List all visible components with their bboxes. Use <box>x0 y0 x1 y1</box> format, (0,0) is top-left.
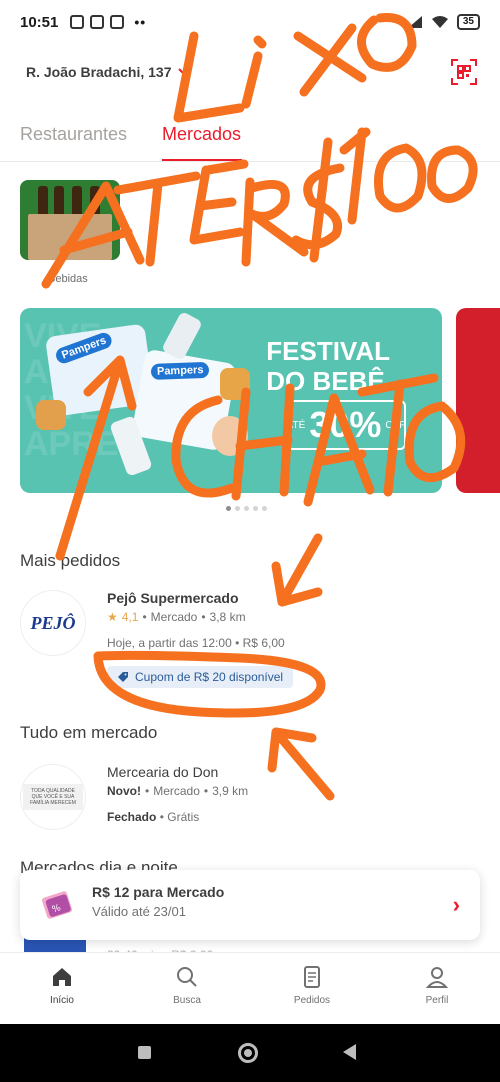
home-button[interactable] <box>238 1043 258 1063</box>
banner-title-line1: FESTIVAL <box>266 336 390 366</box>
store-hours: Hoje, a partir das 12:00 <box>107 636 232 650</box>
coupon-badge: Cupom de R$ 20 disponível <box>107 666 294 688</box>
category-label: Bebidas <box>48 273 88 285</box>
tab-restaurantes[interactable]: Restaurantes <box>20 124 127 145</box>
carousel-dot <box>226 506 231 511</box>
notification-icon <box>70 15 85 29</box>
discount-value: 30% <box>309 404 382 445</box>
discount-prefix: ATÉ <box>286 419 306 431</box>
store-name: Mercearia do Don <box>107 764 219 780</box>
store-logo-text: TODA QUALIDADE QUE VOCÊ E SUA FAMÍLIA ME… <box>23 784 83 810</box>
annotation-stroke <box>241 51 263 109</box>
qr-code-icon[interactable] <box>450 58 478 86</box>
discount-badge: ATÉ 30% OFF <box>286 400 406 450</box>
coupon-icon <box>118 672 128 682</box>
back-button[interactable] <box>343 1044 356 1060</box>
system-navigation-bar <box>0 1024 500 1082</box>
store-delivery-info: Fechado • Grátis <box>107 810 200 824</box>
baby-bottle-image <box>161 310 203 362</box>
address-text: R. João Bradachi, 137 <box>26 64 172 80</box>
nav-inicio[interactable]: Início <box>22 965 102 1006</box>
nav-label: Pedidos <box>293 995 331 1006</box>
active-tab-indicator <box>162 159 242 161</box>
next-banner-preview[interactable] <box>456 308 500 493</box>
app-notification-icon <box>90 15 105 29</box>
battery-icon: 35 <box>456 14 480 30</box>
wifi-icon <box>431 16 448 28</box>
store-meta: ★ 4,1 • Mercado • 3,8 km <box>107 610 246 624</box>
new-badge: Novo! <box>107 784 141 798</box>
home-icon <box>53 968 71 986</box>
store-logo: PEJÔ <box>20 590 86 656</box>
store-rating: 4,1 <box>121 610 139 624</box>
brand-logo: Pampers <box>53 330 115 366</box>
store-distance: 3,8 km <box>209 610 246 624</box>
store-category: Mercado <box>150 610 198 624</box>
store-name: Pejô Supermercado <box>107 590 239 606</box>
signal-icon <box>407 16 422 28</box>
beer-pack-image <box>28 214 112 260</box>
baby-food-jar-image <box>220 368 250 400</box>
tab-mercados[interactable]: Mercados <box>162 124 241 145</box>
promo-banner-festival-bebe[interactable]: VIVEAPRVIVEAPRE Pampers Pampers FESTIVAL… <box>20 308 442 493</box>
banner-title-line2: DO BEBÊ <box>266 366 385 396</box>
nav-label: Busca <box>173 995 201 1006</box>
store-card-mercearia-don[interactable]: TODA QUALIDADE QUE VOCÊ E SUA FAMÍLIA ME… <box>20 764 480 836</box>
store-distance: 3,9 km <box>212 784 249 798</box>
ticket-icon: % <box>42 891 72 919</box>
star-icon: ★ <box>107 610 118 624</box>
section-title-mais-pedidos: Mais pedidos <box>20 551 121 570</box>
address-selector[interactable]: R. João Bradachi, 137 <box>26 64 190 80</box>
nav-pedidos[interactable]: Pedidos <box>272 965 352 1006</box>
promo-subtitle: Válido até 23/01 <box>92 904 186 919</box>
store-status: Fechado <box>107 810 157 824</box>
carousel-indicator <box>226 506 267 511</box>
carousel-dot <box>253 506 258 511</box>
profile-icon <box>425 967 449 988</box>
nav-label: Início <box>50 995 74 1006</box>
store-delivery-info: Hoje, a partir das 12:00 • R$ 6,00 <box>107 636 285 650</box>
app-notification-icon-2 <box>110 15 125 29</box>
nav-perfil[interactable]: Perfil <box>397 965 477 1006</box>
nav-busca[interactable]: Busca <box>147 965 227 1006</box>
nav-label: Perfil <box>425 995 449 1006</box>
brand-logo-2: Pampers <box>150 361 210 380</box>
bottom-navigation: Início Busca Pedidos Perfil <box>0 952 500 1024</box>
store-fee: Grátis <box>167 810 200 824</box>
status-bar: 10:51 •• 35 <box>0 0 500 44</box>
store-meta: Novo! • Mercado • 3,9 km <box>107 784 249 798</box>
store-logo-text: PEJÔ <box>30 612 76 633</box>
chevron-right-icon: › <box>452 892 460 917</box>
status-time: 10:51 <box>20 13 59 31</box>
orders-icon <box>304 966 320 988</box>
baby-food-jar-image-2 <box>36 400 66 430</box>
discount-suffix: OFF <box>385 419 406 431</box>
carousel-dot <box>244 506 249 511</box>
search-icon <box>177 967 197 987</box>
chevron-down-icon <box>177 68 190 76</box>
section-title-tudo-em-mercado: Tudo em mercado <box>20 723 158 742</box>
carousel-dot <box>235 506 240 511</box>
store-fee: R$ 6,00 <box>242 636 285 650</box>
baby-image <box>212 416 248 456</box>
banner-title: FESTIVAL DO BEBÊ <box>266 336 390 396</box>
category-bebidas[interactable] <box>20 180 120 260</box>
recent-apps-button[interactable] <box>138 1046 151 1059</box>
tab-bar: Restaurantes Mercados <box>0 110 500 162</box>
store-category: Mercado <box>153 784 200 798</box>
promo-voucher-card[interactable]: % R$ 12 para Mercado Válido até 23/01 › <box>20 870 480 940</box>
promo-title: R$ 12 para Mercado <box>92 884 225 900</box>
more-notifications-icon: •• <box>134 14 147 30</box>
coupon-text: Cupom de R$ 20 disponível <box>135 670 284 684</box>
store-card-pejo[interactable]: PEJÔ Pejô Supermercado ★ 4,1 • Mercado •… <box>20 590 480 700</box>
carousel-dot <box>262 506 267 511</box>
store-logo: TODA QUALIDADE QUE VOCÊ E SUA FAMÍLIA ME… <box>20 764 86 830</box>
